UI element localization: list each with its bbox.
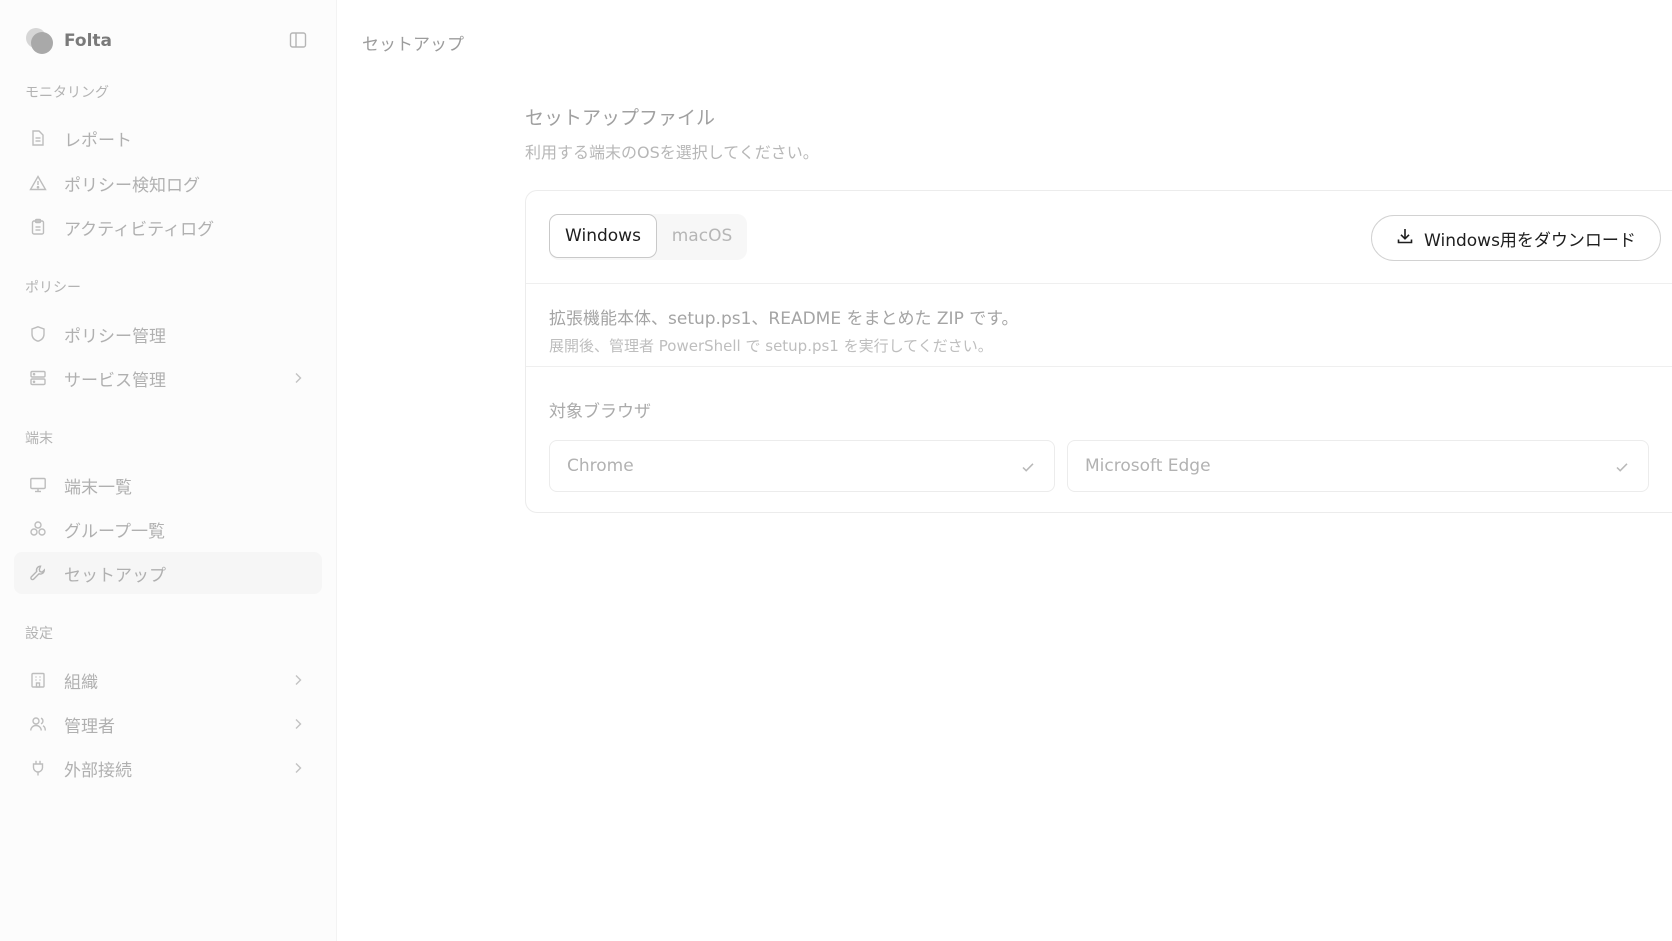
sidebar-item-label: ポリシー管理 (64, 326, 166, 347)
chevron-right-icon (288, 758, 308, 778)
page-description: 利用する端末のOSを選択してください。 (525, 143, 819, 162)
sidebar: Folta モニタリング レポート ポリシー検知ログ アクティビティログ ポリシ… (0, 0, 337, 941)
sidebar-item-policy-detection-log[interactable]: ポリシー検知ログ (14, 162, 322, 204)
download-button[interactable]: Windows用をダウンロード (1371, 215, 1661, 261)
section-label-monitoring: モニタリング (25, 85, 109, 101)
download-button-label: Windows用をダウンロード (1424, 230, 1636, 251)
sidebar-item-device-list[interactable]: 端末一覧 (14, 464, 322, 506)
section-label-policy: ポリシー (25, 280, 81, 296)
sidebar-item-activity-log[interactable]: アクティビティログ (14, 206, 322, 248)
sidebar-item-label: アクティビティログ (64, 219, 215, 240)
building-icon (28, 670, 48, 690)
sidebar-item-external-connections[interactable]: 外部接続 (14, 747, 322, 789)
breadcrumb: セットアップ (362, 35, 464, 55)
group-icon (28, 519, 48, 539)
browser-option-label: Chrome (567, 456, 634, 476)
sidebar-item-label: レポート (64, 130, 132, 151)
page-title: セットアップファイル (525, 107, 716, 129)
sidebar-item-setup[interactable]: セットアップ (14, 552, 322, 594)
package-instructions: 展開後、管理者 PowerShell で setup.ps1 を実行してください… (549, 337, 993, 355)
tab-windows[interactable]: Windows (549, 214, 657, 258)
monitor-icon (28, 475, 48, 495)
sidebar-item-label: サービス管理 (64, 370, 166, 391)
os-tabs: Windows macOS (549, 214, 747, 260)
app-name: Folta (64, 31, 113, 51)
check-icon (1018, 457, 1038, 477)
sidebar-item-group-list[interactable]: グループ一覧 (14, 508, 322, 550)
sidebar-item-administrators[interactable]: 管理者 (14, 703, 322, 745)
alert-triangle-icon (28, 173, 48, 193)
sidebar-item-label: ポリシー検知ログ (64, 175, 200, 196)
server-icon (28, 368, 48, 388)
browser-option-chrome[interactable]: Chrome (549, 440, 1055, 492)
sidebar-item-label: グループ一覧 (64, 521, 165, 542)
chevron-right-icon (288, 670, 308, 690)
target-browser-label: 対象ブラウザ (549, 402, 651, 422)
clipboard-icon (28, 217, 48, 237)
package-info: 拡張機能本体、setup.ps1、README をまとめた ZIP です。 (549, 309, 1019, 329)
wrench-icon (28, 563, 48, 583)
shield-icon (28, 324, 48, 344)
sidebar-item-policy-management[interactable]: ポリシー管理 (14, 313, 322, 355)
chevron-right-icon (288, 368, 308, 388)
divider (526, 366, 1672, 367)
check-icon (1612, 457, 1632, 477)
tab-macos[interactable]: macOS (657, 214, 747, 258)
browser-option-edge[interactable]: Microsoft Edge (1067, 440, 1649, 492)
file-text-icon (28, 128, 48, 148)
chevron-right-icon (288, 714, 308, 734)
sidebar-item-label: セットアップ (64, 565, 166, 586)
sidebar-item-label: 管理者 (64, 716, 115, 737)
setup-card: Windows macOS Windows用をダウンロード 拡張機能本体、set… (525, 190, 1672, 513)
sidebar-item-label: 外部接続 (64, 760, 132, 781)
download-icon (1396, 227, 1414, 250)
sidebar-item-report[interactable]: レポート (14, 117, 322, 159)
section-label-devices: 端末 (25, 431, 53, 447)
plug-icon (28, 758, 48, 778)
brand[interactable]: Folta (24, 26, 112, 56)
logo (24, 26, 54, 56)
sidebar-toggle-icon[interactable] (286, 28, 310, 52)
sidebar-item-organization[interactable]: 組織 (14, 659, 322, 701)
sidebar-item-label: 組織 (64, 672, 98, 693)
users-icon (28, 714, 48, 734)
sidebar-item-label: 端末一覧 (64, 477, 132, 498)
sidebar-item-service-management[interactable]: サービス管理 (14, 357, 322, 399)
browser-option-label: Microsoft Edge (1085, 456, 1211, 476)
divider (526, 283, 1672, 284)
section-label-settings: 設定 (25, 626, 53, 642)
